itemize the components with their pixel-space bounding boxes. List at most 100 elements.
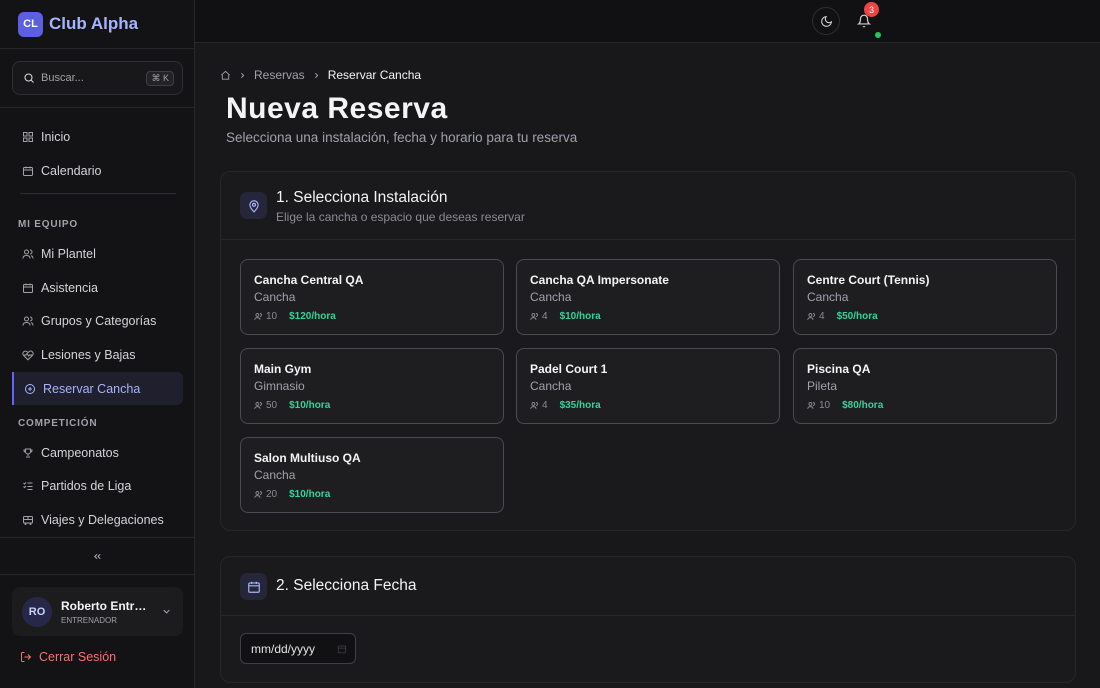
plus-circle-icon <box>24 383 36 395</box>
facility-price: $10/hora <box>289 489 331 500</box>
bus-icon <box>22 514 34 526</box>
facility-card[interactable]: Main Gym Gimnasio 50 $10/hora <box>240 348 504 424</box>
users-icon <box>807 312 816 321</box>
sidebar-item-label: Campeonatos <box>41 445 119 460</box>
users-icon <box>254 312 263 321</box>
sidebar-item-grupos[interactable]: Grupos y Categorías <box>12 304 183 337</box>
sidebar-item-label: Asistencia <box>41 280 98 295</box>
facility-name: Piscina QA <box>807 362 871 376</box>
user-role: ENTRENADOR <box>61 615 118 625</box>
facility-card[interactable]: Cancha QA Impersonate Cancha 4 $10/hora <box>516 259 780 335</box>
facility-type: Cancha <box>254 290 296 304</box>
facility-type: Cancha <box>254 468 296 482</box>
section-label-team: MI EQUIPO <box>18 219 78 230</box>
users-icon <box>254 401 263 410</box>
facility-type: Pileta <box>807 379 838 393</box>
facility-card[interactable]: Cancha Central QA Cancha 10 $120/hora <box>240 259 504 335</box>
facility-name: Cancha Central QA <box>254 273 364 287</box>
facility-capacity: 20 <box>266 489 278 500</box>
sidebar-item-inicio[interactable]: Inicio <box>12 120 183 153</box>
step1-description: Elige la cancha o espacio que deseas res… <box>276 210 525 224</box>
page-subtitle: Selecciona una instalación, fecha y hora… <box>226 130 578 145</box>
calendar-icon <box>240 573 267 600</box>
facility-card[interactable]: Piscina QA Pileta 10 $80/hora <box>793 348 1057 424</box>
brand-name: Club Alpha <box>49 14 139 33</box>
facility-card[interactable]: Padel Court 1 Cancha 4 $35/hora <box>516 348 780 424</box>
facility-name: Cancha QA Impersonate <box>530 273 669 287</box>
notification-badge: 3 <box>864 2 879 17</box>
sidebar-item-label: Viajes y Delegaciones <box>41 512 164 527</box>
users-icon <box>22 248 34 260</box>
facility-card[interactable]: Salon Multiuso QA Cancha 20 $10/hora <box>240 437 504 513</box>
search-shortcut: ⌘ K <box>146 70 174 86</box>
top-bar <box>195 0 1100 43</box>
users-icon <box>807 401 816 410</box>
calendar-check-icon <box>22 282 34 294</box>
facility-price: $50/hora <box>836 311 878 322</box>
collapse-sidebar-button[interactable] <box>0 537 195 575</box>
users-icon <box>530 401 539 410</box>
date-field[interactable]: mm/dd/yyyy <box>240 633 356 664</box>
search-placeholder: Buscar... <box>41 72 84 84</box>
facility-name: Padel Court 1 <box>530 362 608 376</box>
avatar: RO <box>22 596 52 627</box>
home-icon[interactable] <box>220 70 231 81</box>
facility-capacity: 10 <box>266 311 278 322</box>
calendar-icon[interactable] <box>337 644 347 654</box>
users-group-icon <box>22 315 34 327</box>
facility-card[interactable]: Centre Court (Tennis) Cancha 4 $50/hora <box>793 259 1057 335</box>
sidebar-item-label: Calendario <box>41 163 102 178</box>
facility-type: Cancha <box>807 290 849 304</box>
facility-type: Cancha <box>530 379 572 393</box>
sidebar-item-asistencia[interactable]: Asistencia <box>12 271 183 304</box>
brand[interactable]: CL Club Alpha <box>0 0 195 49</box>
sidebar-item-label: Lesiones y Bajas <box>41 347 136 362</box>
grid-icon <box>22 131 34 143</box>
logout-button[interactable]: Cerrar Sesión <box>20 650 116 664</box>
sidebar-item-mi-plantel[interactable]: Mi Plantel <box>12 237 183 270</box>
user-menu[interactable]: RO Roberto Entrenador ENTRENADOR <box>12 587 183 636</box>
facility-name: Main Gym <box>254 362 312 376</box>
sidebar-item-label: Partidos de Liga <box>41 478 132 493</box>
users-icon <box>254 490 263 499</box>
facility-capacity: 10 <box>819 400 831 411</box>
step2-title: 2. Selecciona Fecha <box>276 577 417 594</box>
section-label-competition: COMPETICIÓN <box>18 418 98 429</box>
divider <box>20 193 176 194</box>
facility-capacity: 4 <box>819 311 825 322</box>
breadcrumb: Reservas Reservar Cancha <box>220 68 421 82</box>
sidebar-item-label: Inicio <box>41 129 71 144</box>
facility-price: $10/hora <box>559 311 601 322</box>
facility-capacity: 4 <box>542 311 548 322</box>
sidebar-item-calendario[interactable]: Calendario <box>12 154 183 187</box>
users-icon <box>530 312 539 321</box>
status-dot <box>875 32 881 38</box>
sidebar-item-campeonatos[interactable]: Campeonatos <box>12 436 183 469</box>
breadcrumb-parent[interactable]: Reservas <box>254 68 305 82</box>
facility-type: Cancha <box>530 290 572 304</box>
facility-name: Salon Multiuso QA <box>254 451 361 465</box>
sidebar-item-reservar-cancha[interactable]: Reservar Cancha <box>12 372 183 405</box>
sidebar-item-lesiones[interactable]: Lesiones y Bajas <box>12 338 183 371</box>
chevron-right-icon <box>312 71 321 80</box>
facility-price: $35/hora <box>559 400 601 411</box>
facility-capacity: 50 <box>266 400 278 411</box>
sidebar-item-partidos[interactable]: Partidos de Liga <box>12 469 183 502</box>
search-icon <box>23 72 35 84</box>
date-panel: 2. Selecciona Fecha mm/dd/yyyy <box>220 556 1076 683</box>
date-placeholder: mm/dd/yyyy <box>251 641 316 656</box>
map-pin-icon <box>240 192 267 219</box>
sidebar-item-viajes[interactable]: Viajes y Delegaciones <box>12 503 183 536</box>
facility-name: Centre Court (Tennis) <box>807 273 930 287</box>
search-input[interactable]: Buscar... ⌘ K <box>12 61 183 95</box>
theme-toggle-button[interactable] <box>812 7 840 35</box>
chevrons-left-icon <box>92 551 103 562</box>
chevron-right-icon <box>238 71 247 80</box>
trophy-icon <box>22 447 34 459</box>
facility-type: Gimnasio <box>254 379 305 393</box>
sidebar-item-label: Reservar Cancha <box>43 381 141 396</box>
breadcrumb-current: Reservar Cancha <box>327 68 422 82</box>
heart-pulse-icon <box>22 349 34 361</box>
facility-price: $10/hora <box>289 400 331 411</box>
logout-label: Cerrar Sesión <box>39 650 117 664</box>
